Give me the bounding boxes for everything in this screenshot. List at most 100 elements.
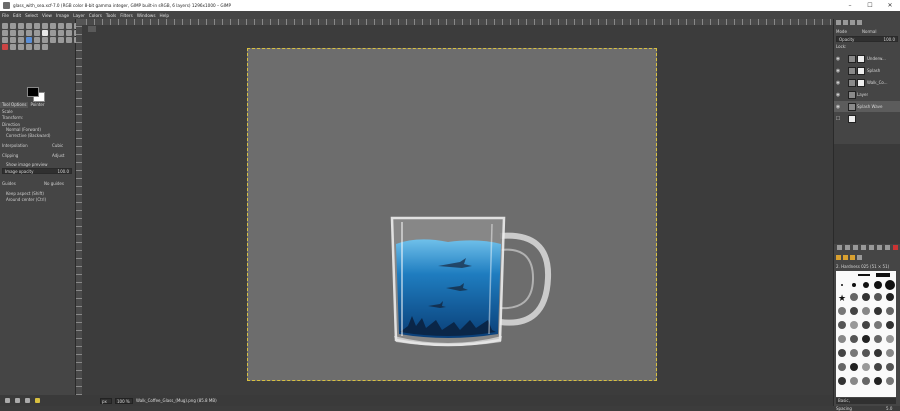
spacing-value[interactable]: 5.0: [886, 406, 892, 411]
heal-tool-icon[interactable]: [10, 44, 16, 50]
layer-row[interactable]: ☐: [834, 113, 900, 124]
canvas-area[interactable]: [76, 19, 833, 395]
gradient-tool-icon[interactable]: [26, 37, 32, 43]
mask-layer-icon[interactable]: [885, 245, 890, 250]
eraser-tool-icon[interactable]: [50, 37, 56, 43]
around-center-checkbox[interactable]: Around center (Ctrl): [6, 197, 46, 202]
text-tool-icon[interactable]: [10, 37, 16, 43]
align-tool-icon[interactable]: [18, 30, 24, 36]
smudge-tool-icon[interactable]: [34, 44, 40, 50]
brush-grid[interactable]: ★: [836, 271, 896, 397]
image-opacity-slider[interactable]: Image opacity 100.0: [2, 168, 72, 174]
color-select-tool-icon[interactable]: [34, 23, 40, 29]
perspective-tool-icon[interactable]: [58, 30, 64, 36]
menu-view[interactable]: View: [42, 13, 52, 18]
image-tab-thumbnail[interactable]: [88, 26, 96, 32]
horizontal-ruler[interactable]: [86, 19, 833, 25]
gradient-icon[interactable]: [850, 255, 855, 260]
eye-icon[interactable]: ◉: [834, 56, 842, 62]
dodge-burn-tool-icon[interactable]: [42, 44, 48, 50]
undo-tab-icon[interactable]: [857, 20, 862, 25]
brush-icon[interactable]: [836, 255, 841, 260]
brush-tag-filter[interactable]: Basic,: [836, 398, 896, 404]
blur-tool-icon[interactable]: [26, 44, 32, 50]
layer-row[interactable]: ◉ Walk_Co...: [834, 77, 900, 88]
layer-row-selected[interactable]: ◉ Splash Wave: [834, 101, 900, 112]
menu-layer[interactable]: Layer: [73, 13, 85, 18]
eye-icon[interactable]: ◉: [834, 92, 842, 98]
clone-tool-icon[interactable]: [2, 44, 8, 50]
direction-corrective-radio[interactable]: Corrective (Backward): [6, 133, 50, 138]
new-group-icon[interactable]: [845, 245, 850, 250]
maximize-button[interactable]: ☐: [860, 0, 880, 11]
image-canvas[interactable]: [247, 48, 657, 381]
channels-tab-icon[interactable]: [843, 20, 848, 25]
warp-tool-icon[interactable]: [2, 37, 8, 43]
pencil-tool-icon[interactable]: [34, 37, 40, 43]
pattern-icon[interactable]: [843, 255, 848, 260]
clipping-select[interactable]: Adjust: [52, 153, 65, 158]
font-tab-icon[interactable]: [857, 255, 862, 260]
ellipse-select-tool-icon[interactable]: [10, 23, 16, 29]
unit-select[interactable]: px: [100, 397, 112, 404]
duplicate-layer-icon[interactable]: [869, 245, 874, 250]
menu-image[interactable]: Image: [56, 13, 69, 18]
free-select-tool-icon[interactable]: [18, 23, 24, 29]
bucket-fill-tool-icon[interactable]: [18, 37, 24, 43]
eye-icon[interactable]: ◉: [834, 68, 842, 74]
eye-icon[interactable]: ◉: [834, 104, 842, 110]
paintbrush-tool-icon[interactable]: [42, 37, 48, 43]
rect-select-tool-icon[interactable]: [2, 23, 8, 29]
reset-options-icon[interactable]: [35, 398, 40, 403]
shear-tool-icon[interactable]: [50, 30, 56, 36]
close-button[interactable]: ✕: [880, 0, 900, 11]
raise-layer-icon[interactable]: [853, 245, 858, 250]
vertical-ruler[interactable]: [76, 25, 82, 395]
tab-tool-options[interactable]: Tool Options: [0, 102, 29, 108]
layers-tab-icon[interactable]: [836, 20, 841, 25]
zoom-select[interactable]: 100 %: [115, 397, 133, 404]
fuzzy-select-tool-icon[interactable]: [26, 23, 32, 29]
paths-tool-icon[interactable]: [58, 23, 64, 29]
layer-row[interactable]: ◉ Splash: [834, 65, 900, 76]
menu-tools[interactable]: Tools: [106, 13, 116, 18]
visibility-toggle-icon[interactable]: ☐: [834, 116, 842, 122]
save-options-icon[interactable]: [5, 398, 10, 403]
paths-tab-icon[interactable]: [850, 20, 855, 25]
restore-options-icon[interactable]: [15, 398, 20, 403]
perspective-clone-tool-icon[interactable]: [18, 44, 24, 50]
tab-pointer[interactable]: Pointer: [28, 102, 46, 108]
measure-tool-icon[interactable]: [2, 30, 8, 36]
layer-row[interactable]: ◉ Underw...: [834, 53, 900, 64]
minimize-button[interactable]: –: [840, 0, 860, 11]
keep-aspect-checkbox[interactable]: Keep aspect (Shift): [6, 191, 44, 196]
delete-options-icon[interactable]: [25, 398, 30, 403]
delete-layer-icon[interactable]: [893, 245, 898, 250]
direction-normal-radio[interactable]: Normal (Forward): [6, 127, 41, 132]
foreground-select-tool-icon[interactable]: [50, 23, 56, 29]
eye-icon[interactable]: ◉: [834, 80, 842, 86]
lower-layer-icon[interactable]: [861, 245, 866, 250]
foreground-color-swatch[interactable]: [27, 87, 39, 97]
move-tool-icon[interactable]: [10, 30, 16, 36]
menu-file[interactable]: File: [2, 13, 9, 18]
layers-list-empty-area[interactable]: [834, 144, 900, 244]
airbrush-tool-icon[interactable]: [58, 37, 64, 43]
crop-tool-icon[interactable]: [26, 30, 32, 36]
menu-select[interactable]: Select: [25, 13, 38, 18]
new-layer-icon[interactable]: [837, 245, 842, 250]
color-picker-tool-icon[interactable]: [66, 23, 72, 29]
rotate-tool-icon[interactable]: [34, 30, 40, 36]
guides-select[interactable]: No guides: [44, 181, 64, 186]
menu-windows[interactable]: Windows: [137, 13, 156, 18]
menu-colors[interactable]: Colors: [89, 13, 102, 18]
layer-row[interactable]: ◉ Layer: [834, 89, 900, 100]
menu-help[interactable]: Help: [160, 13, 170, 18]
anchor-layer-icon[interactable]: [877, 245, 882, 250]
flip-tool-icon[interactable]: [66, 30, 72, 36]
menu-filters[interactable]: Filters: [120, 13, 133, 18]
interpolation-select[interactable]: Cubic: [52, 143, 63, 148]
ink-tool-icon[interactable]: [66, 37, 72, 43]
scale-tool-icon[interactable]: [42, 30, 48, 36]
menu-edit[interactable]: Edit: [13, 13, 21, 18]
